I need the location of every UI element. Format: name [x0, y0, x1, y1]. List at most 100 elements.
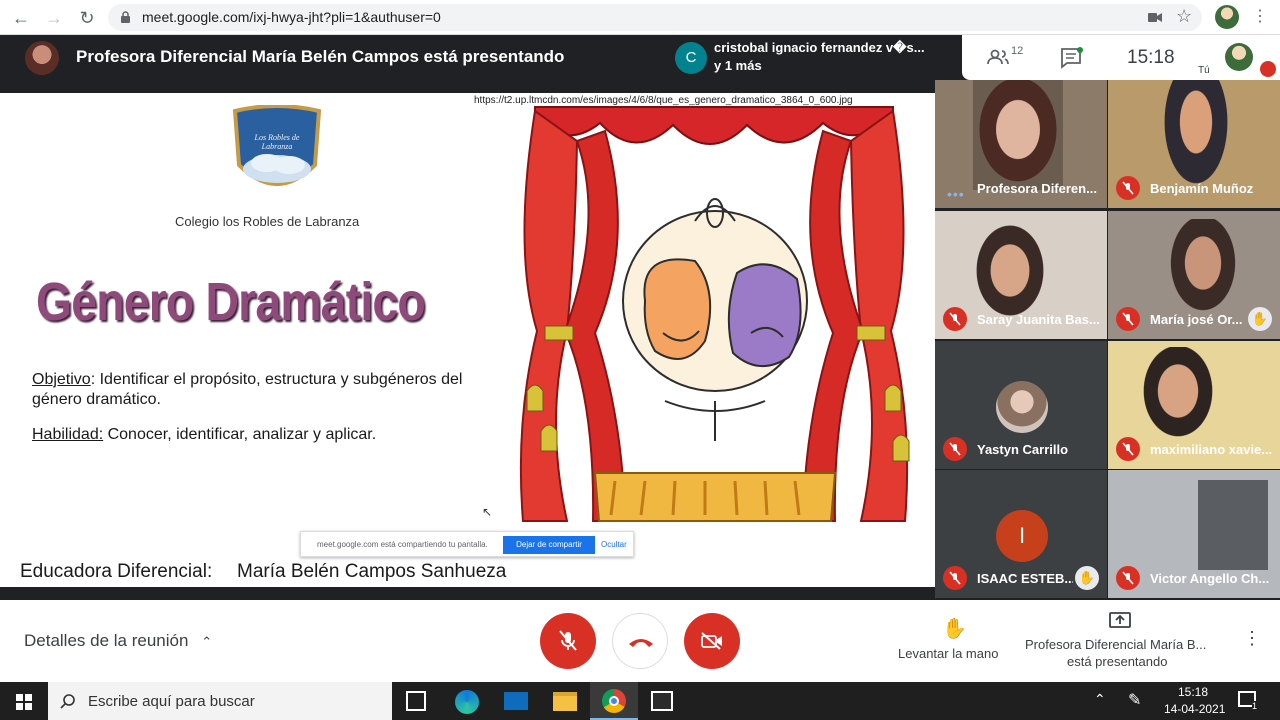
taskbar-search-box[interactable]: Escribe aquí para buscar [48, 682, 392, 720]
search-icon [60, 694, 75, 709]
chat-sender: cristobal ignacio fernandez v�s... [714, 40, 925, 55]
slide-title: Género Dramático [36, 272, 426, 332]
taskbar-date: 14-04-2021 [1164, 702, 1226, 716]
chat-avatar: C [675, 42, 707, 74]
meeting-controls-bar: Detalles de la reunión ⌃ ✋ Levantar la m… [0, 600, 1280, 682]
notifications-count: 1 [1252, 701, 1258, 711]
school-logo [232, 105, 322, 186]
participants-count: 12 [1011, 45, 1024, 57]
pen-icon[interactable]: ✎ [1128, 690, 1141, 710]
mic-off-icon [943, 307, 967, 331]
hand-icon: ✋ [942, 618, 967, 640]
meet-top-toolbar: 12 15:18 Tú [962, 35, 1280, 80]
chat-icon [1061, 47, 1083, 69]
mouse-cursor-icon: ↖ [482, 505, 493, 519]
forward-arrow-icon[interactable]: → [42, 6, 66, 30]
chrome-taskbar-button[interactable] [590, 682, 638, 720]
participant-tile[interactable]: I ISAAC ESTEB... ✋ [935, 470, 1107, 598]
chat-button[interactable] [1060, 47, 1084, 69]
present-screen-icon [1109, 612, 1131, 628]
educator-name: María Belén Campos Sanhueza [237, 561, 507, 582]
participant-video [1198, 480, 1268, 570]
logo-text: Los Robles de Labranza [254, 133, 300, 151]
participant-avatar [996, 381, 1048, 433]
mic-off-icon [943, 437, 967, 461]
camera-toggle-button[interactable] [684, 613, 740, 669]
participant-name: Profesora Diferen... [977, 181, 1097, 196]
skill-text: Conocer, identificar, analizar y aplicar… [103, 426, 377, 443]
leave-call-button[interactable] [612, 613, 668, 669]
hide-notice-button[interactable]: Ocultar [601, 540, 627, 549]
meeting-details-button[interactable]: Detalles de la reunión ⌃ [24, 631, 212, 651]
bookmark-star-icon[interactable]: ☆ [1176, 6, 1192, 27]
participant-tile[interactable]: Saray Juanita Bas... [935, 211, 1107, 339]
reload-icon[interactable]: ↻ [75, 6, 99, 30]
participant-tile[interactable]: María josé Or... ✋ [1108, 211, 1280, 339]
participant-name: María josé Or... [1150, 312, 1242, 327]
presenting-text: Profesora Diferencial María Belén Campos… [76, 47, 565, 66]
participant-video [1128, 347, 1228, 457]
mic-off-icon [1116, 176, 1140, 200]
speaking-dots-icon: ••• [947, 186, 965, 202]
participant-tile[interactable]: maximiliano xavie... [1108, 341, 1280, 469]
participant-tile[interactable]: Yastyn Carrillo [935, 341, 1107, 469]
participant-name: ISAAC ESTEB... [977, 571, 1073, 586]
meeting-details-label: Detalles de la reunión [24, 631, 189, 650]
url-text: meet.google.com/ixj-hwya-jht?pli=1&authu… [142, 9, 441, 25]
participant-name: Yastyn Carrillo [977, 442, 1069, 457]
mail-app-icon[interactable] [504, 692, 528, 710]
objective-text: : Identificar el propósito, estructura y… [32, 371, 463, 408]
system-tray-chevron-icon[interactable]: ⌃ [1094, 691, 1106, 708]
presenting-banner: Profesora Diferencial María Belén Campos… [0, 35, 668, 80]
chrome-icon [602, 689, 626, 713]
presenter-avatar [25, 41, 59, 75]
school-name: Colegio los Robles de Labranza [175, 214, 360, 229]
microphone-toggle-button[interactable] [540, 613, 596, 669]
store-app-icon[interactable] [651, 691, 673, 711]
skill-label: Habilidad: [32, 426, 104, 443]
windows-start-icon[interactable] [16, 694, 32, 710]
participant-name: Victor Angello Ch... [1150, 571, 1270, 586]
participant-initial-avatar: I [996, 510, 1048, 562]
profile-avatar[interactable] [1215, 5, 1239, 29]
presenting-status-line1: Profesora Diferencial María B... [1025, 637, 1207, 652]
stop-sharing-button[interactable]: Dejar de compartir [503, 536, 595, 554]
presenting-status-line2: está presentando [1067, 654, 1168, 669]
mic-off-icon [1116, 307, 1140, 331]
raise-hand-button[interactable]: ✋ Levantar la mano [895, 616, 1009, 666]
file-explorer-icon[interactable] [553, 692, 577, 711]
presenting-status-button[interactable]: Profesora Diferencial María B... está pr… [1022, 612, 1218, 672]
participant-tile[interactable]: Benjamín Muñoz [1108, 80, 1280, 208]
participants-button[interactable]: 12 [986, 45, 1026, 71]
edge-browser-icon[interactable] [455, 690, 479, 714]
raised-hand-icon: ✋ [1248, 307, 1272, 331]
mic-off-icon [943, 566, 967, 590]
educator-label: Educadora Diferencial: [20, 561, 213, 582]
participant-tile[interactable]: ••• Profesora Diferen... [935, 80, 1107, 208]
hang-up-icon [629, 639, 653, 647]
presented-slide: https://t2.up.ltmcdn.com/es/images/4/6/8… [0, 93, 935, 587]
address-bar[interactable]: meet.google.com/ixj-hwya-jht?pli=1&authu… [108, 4, 1202, 31]
chat-notification[interactable]: C cristobal ignacio fernandez v�s... y 1… [668, 35, 962, 80]
raise-hand-label: Levantar la mano [898, 646, 999, 661]
objective-paragraph: Objetivo: Identificar el propósito, estr… [32, 370, 502, 410]
participant-name: Saray Juanita Bas... [977, 312, 1100, 327]
windows-taskbar: Escribe aquí para buscar ⌃ ✎ 15:18 14-04… [0, 682, 1280, 720]
mic-off-icon [1116, 437, 1140, 461]
task-view-icon[interactable] [406, 691, 426, 711]
more-options-icon[interactable]: ⋮ [1243, 628, 1261, 649]
browser-menu-icon[interactable]: ⋮ [1252, 6, 1268, 26]
share-notice-text: meet.google.com está compartiendo tu pan… [317, 540, 488, 549]
participant-name: Benjamín Muñoz [1150, 181, 1254, 196]
share-notice-bar: meet.google.com está compartiendo tu pan… [300, 531, 634, 557]
meeting-clock: 15:18 [1127, 47, 1175, 68]
chat-more-count: y 1 más [714, 58, 762, 73]
people-icon [987, 49, 1009, 65]
back-arrow-icon[interactable]: ← [9, 6, 33, 30]
self-avatar [1225, 43, 1253, 71]
raised-hand-icon: ✋ [1075, 566, 1099, 590]
camera-icon[interactable] [1148, 12, 1162, 23]
mic-off-icon [559, 630, 577, 651]
participant-tile[interactable]: Victor Angello Ch... [1108, 470, 1280, 598]
mic-off-icon [1116, 566, 1140, 590]
